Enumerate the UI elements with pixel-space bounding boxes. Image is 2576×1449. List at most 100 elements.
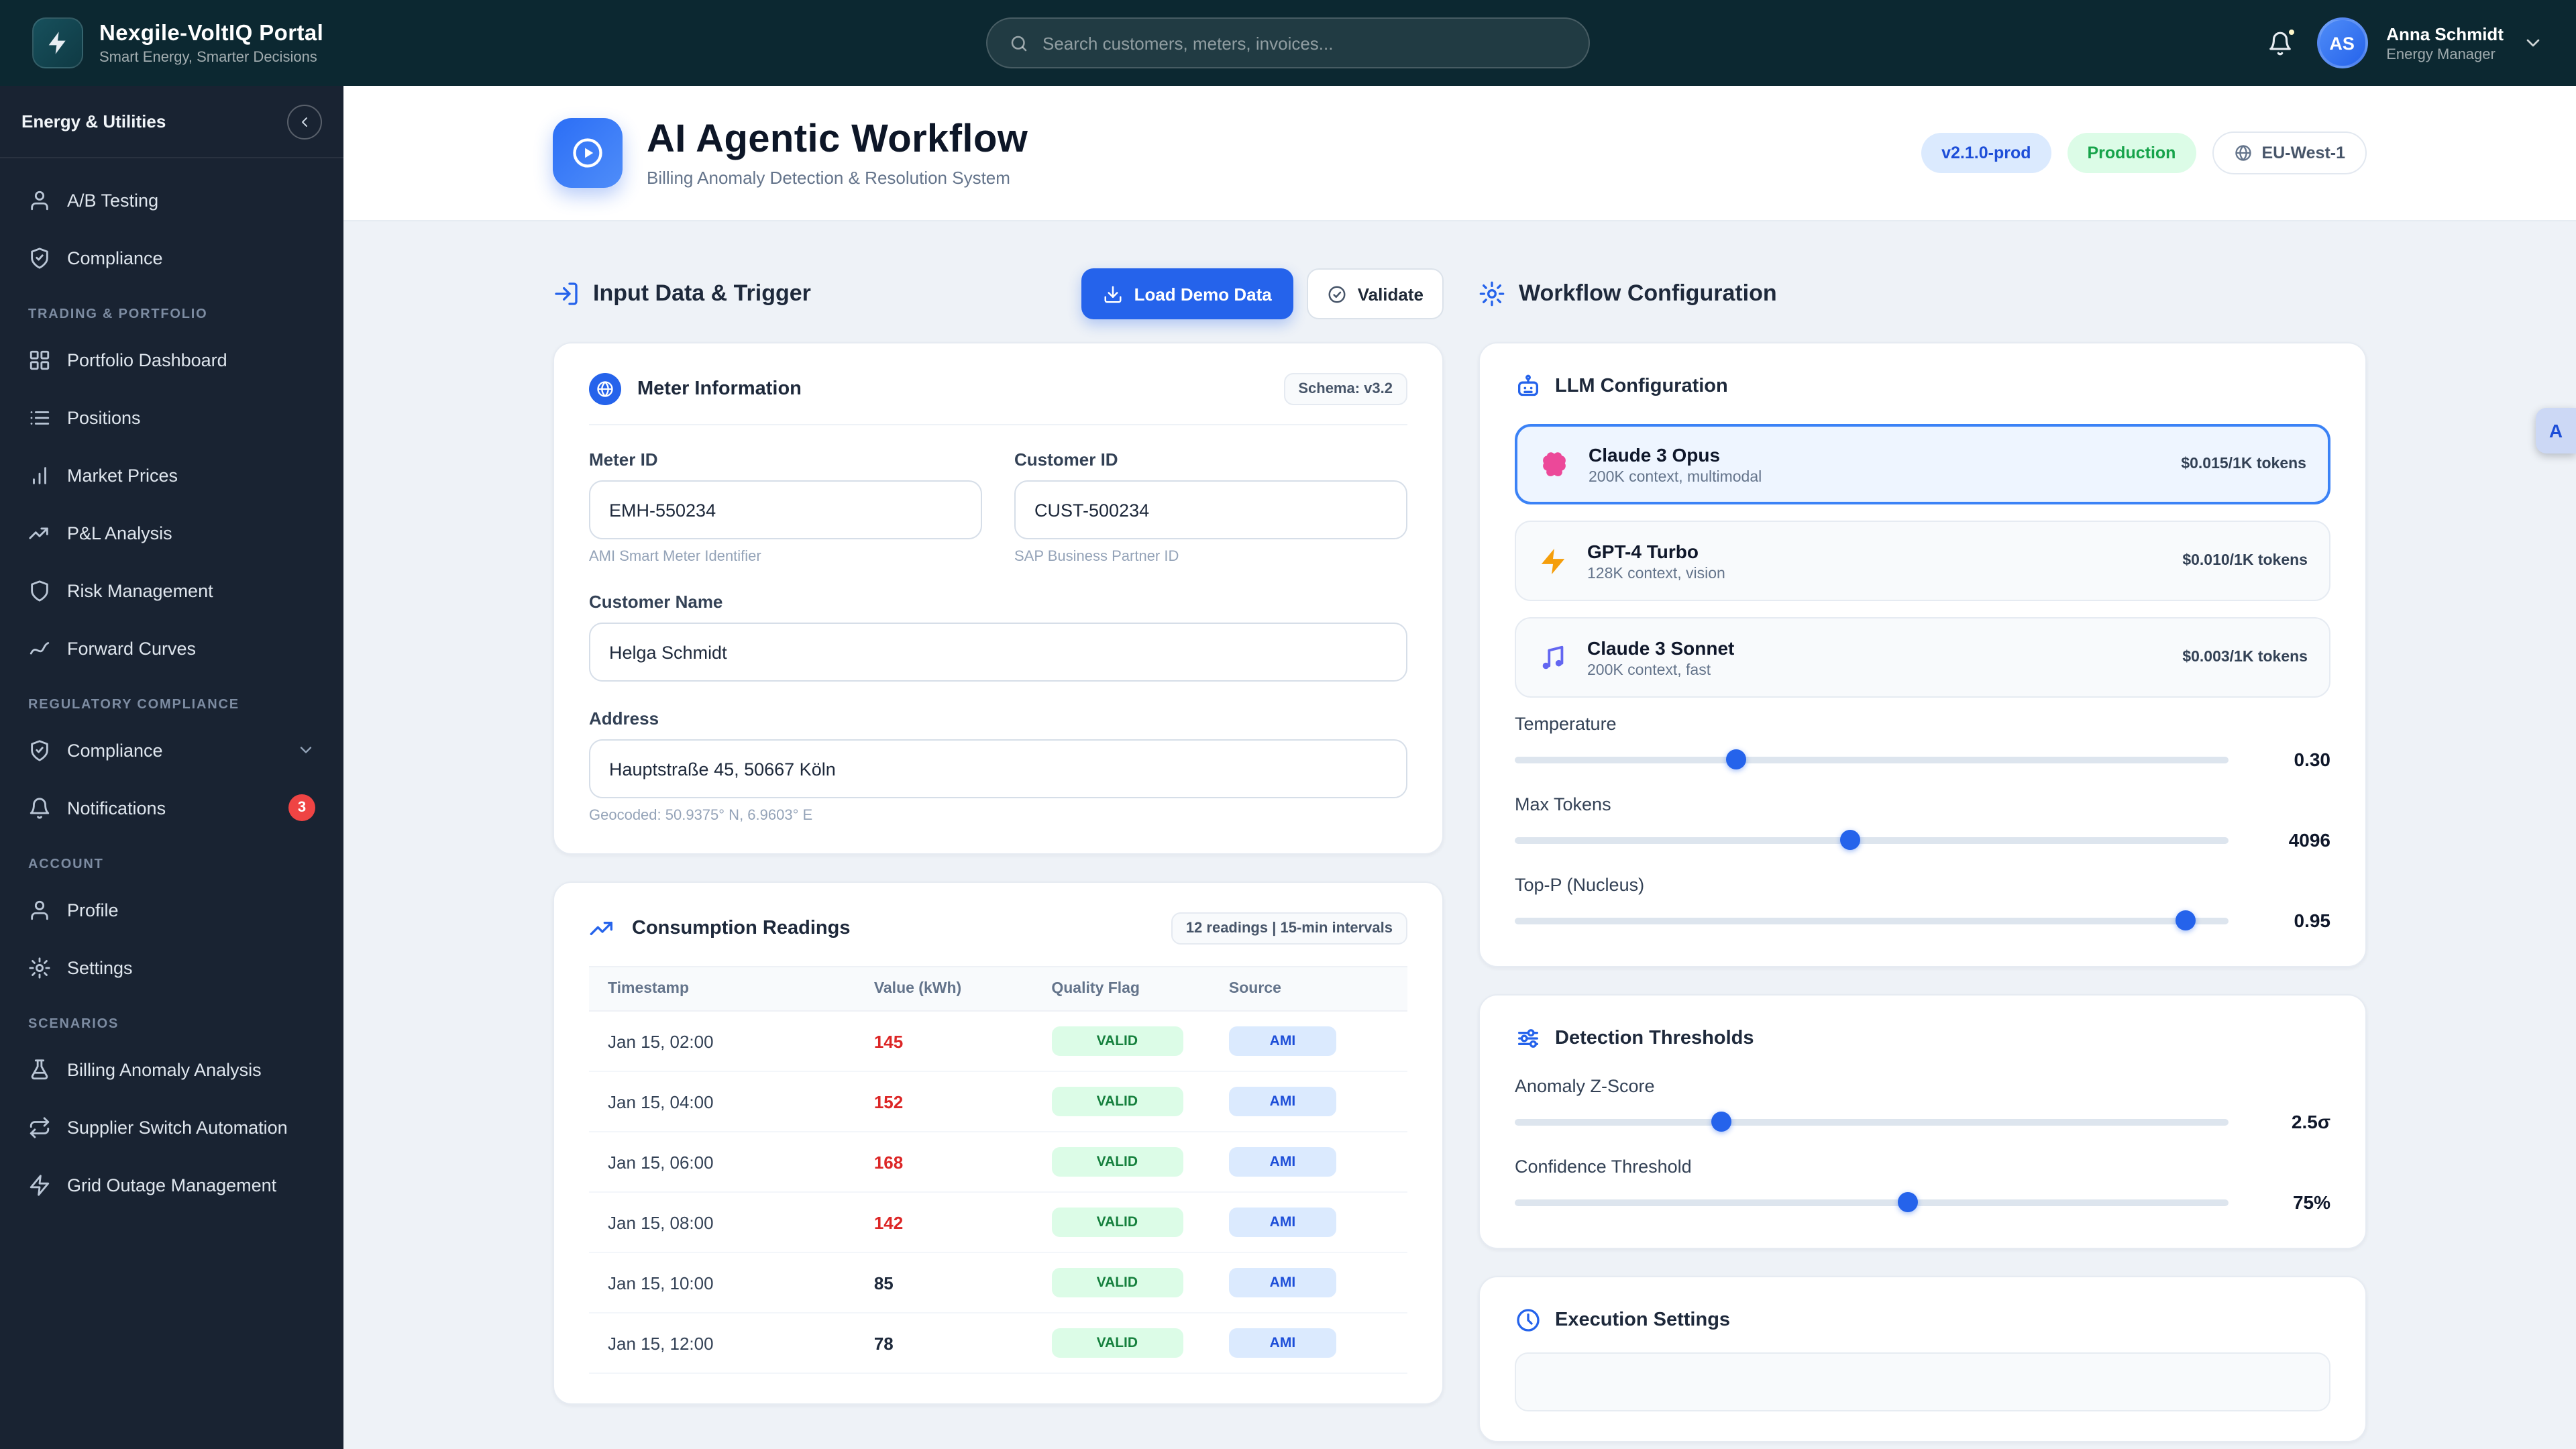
notifications-count-badge: 3 xyxy=(288,794,315,821)
gear-icon xyxy=(1479,280,1505,307)
slider-value: 0.30 xyxy=(2294,749,2331,770)
slider-track[interactable] xyxy=(1515,830,2229,850)
slider-track[interactable] xyxy=(1515,749,2229,769)
sidebar-item-pnl-analysis[interactable]: P&L Analysis xyxy=(13,506,330,559)
sidebar-item-ab-testing[interactable]: A/B Testing xyxy=(13,173,330,227)
topbar: Nexgile-VoltIQ Portal Smart Energy, Smar… xyxy=(0,0,2576,86)
customer-name-input[interactable] xyxy=(589,623,1407,682)
meter-card-title: Meter Information xyxy=(637,378,802,400)
model-option-claude-3-opus[interactable]: Claude 3 Opus 200K context, multimodal $… xyxy=(1515,424,2330,504)
meter-id-field-group: Meter ID AMI Smart Meter Identifier xyxy=(589,449,982,565)
workflow-section-title: Workflow Configuration xyxy=(1519,280,1777,306)
source-badge: AMI xyxy=(1228,1087,1336,1116)
slider-value: 0.95 xyxy=(2294,910,2331,931)
sidebar-item-profile[interactable]: Profile xyxy=(13,883,330,936)
brand-name: Nexgile-VoltIQ Portal xyxy=(99,21,324,45)
slider-thumb[interactable] xyxy=(2176,910,2196,930)
customer-id-helper: SAP Business Partner ID xyxy=(1014,549,1179,565)
quality-badge: VALID xyxy=(1051,1328,1183,1358)
grid-icon xyxy=(28,348,51,371)
sidebar-item-market-prices[interactable]: Market Prices xyxy=(13,448,330,502)
workflow-section-header: Workflow Configuration xyxy=(1479,267,2367,321)
model-option-claude-3-sonnet[interactable]: Claude 3 Sonnet 200K context, fast $0.00… xyxy=(1515,617,2330,698)
content-area: Input Data & Trigger Load Demo Data Vali… xyxy=(343,221,2576,1449)
reading-row: Jan 15, 02:00 145 VALID AMI xyxy=(589,1012,1407,1072)
user-icon xyxy=(28,189,51,211)
floating-translate-widget[interactable]: A xyxy=(2536,408,2576,453)
app-root: Nexgile-VoltIQ Portal Smart Energy, Smar… xyxy=(0,0,2576,1449)
execution-settings-card: Execution Settings xyxy=(1479,1276,2367,1442)
sidebar-item-compliance[interactable]: Compliance xyxy=(13,231,330,284)
llm-card-title: LLM Configuration xyxy=(1555,376,1728,397)
source-badge: AMI xyxy=(1228,1268,1336,1297)
sidebar-item-notifications[interactable]: Notifications 3 xyxy=(13,781,330,835)
globe-icon xyxy=(596,380,614,398)
quality-badge: VALID xyxy=(1051,1208,1183,1237)
sidebar-item-settings[interactable]: Settings xyxy=(13,941,330,994)
slider-thumb[interactable] xyxy=(1897,1192,1918,1212)
sidebar-collapse-button[interactable] xyxy=(287,104,322,139)
list-icon xyxy=(28,406,51,429)
download-icon xyxy=(1104,284,1124,304)
page-subtitle: Billing Anomaly Detection & Resolution S… xyxy=(647,168,1010,188)
column-value: Value (kWh) xyxy=(873,981,962,997)
model-option-gpt-4-turbo[interactable]: GPT-4 Turbo 128K context, vision $0.010/… xyxy=(1515,521,2330,601)
quality-badge: VALID xyxy=(1051,1268,1183,1297)
sidebar-item-compliance-group[interactable]: Compliance xyxy=(13,723,330,777)
sidebar-item-portfolio-dashboard[interactable]: Portfolio Dashboard xyxy=(13,333,330,386)
customer-name-field-group: Customer Name xyxy=(589,592,1407,682)
slider-track[interactable] xyxy=(1515,1192,2229,1212)
bolt-logo-icon xyxy=(32,17,83,68)
robot-icon xyxy=(1515,373,1542,400)
global-search[interactable] xyxy=(986,17,1590,68)
chevron-down-icon xyxy=(297,741,315,759)
load-demo-data-button[interactable]: Load Demo Data xyxy=(1081,268,1293,319)
trending-up-icon xyxy=(28,521,51,544)
sidebar-item-supplier-switch-automation[interactable]: Supplier Switch Automation xyxy=(13,1100,330,1154)
reading-row: Jan 15, 10:00 85 VALID AMI xyxy=(589,1253,1407,1313)
sidebar-item-forward-curves[interactable]: Forward Curves xyxy=(13,621,330,675)
customer-id-input[interactable] xyxy=(1014,480,1407,539)
shield-check-icon xyxy=(28,739,51,761)
sidebar-item-grid-outage-management[interactable]: Grid Outage Management xyxy=(13,1158,330,1212)
input-section-title: Input Data & Trigger xyxy=(593,280,811,306)
readings-card-title: Consumption Readings xyxy=(632,918,851,939)
meter-id-input[interactable] xyxy=(589,480,982,539)
region-badge: EU-West-1 xyxy=(2212,131,2367,174)
search-icon xyxy=(1009,33,1029,53)
address-input[interactable] xyxy=(589,739,1407,798)
slider-value: 75% xyxy=(2292,1191,2330,1213)
sidebar-section-regulatory-compliance: REGULATORY COMPLIANCE xyxy=(28,698,239,712)
meter-id-label: Meter ID xyxy=(589,449,658,470)
main-content: AI Agentic Workflow Billing Anomaly Dete… xyxy=(343,86,2576,1449)
slider-track[interactable] xyxy=(1515,1112,2229,1132)
source-badge: AMI xyxy=(1228,1026,1336,1056)
shield-check-icon xyxy=(28,246,51,269)
search-input[interactable] xyxy=(1042,33,1567,53)
sidebar-title: Energy & Utilities xyxy=(21,111,166,131)
column-quality-flag: Quality Flag xyxy=(1051,981,1140,997)
address-helper: Geocoded: 50.9375° N, 6.9603° E xyxy=(589,808,813,824)
slider-thumb[interactable] xyxy=(1840,830,1861,850)
model-price: $0.010/1K tokens xyxy=(2182,553,2308,569)
avatar[interactable]: AS xyxy=(2316,17,2368,68)
sidebar-item-positions[interactable]: Positions xyxy=(13,390,330,444)
slider-track[interactable] xyxy=(1515,910,2229,930)
reading-row: Jan 15, 04:00 152 VALID AMI xyxy=(589,1072,1407,1132)
brain-icon xyxy=(1539,449,1570,480)
chevron-down-icon[interactable] xyxy=(2522,32,2544,54)
user-role: Energy Manager xyxy=(2386,46,2496,62)
slider-thumb[interactable] xyxy=(1725,749,1746,769)
sidebar-item-risk-management[interactable]: Risk Management xyxy=(13,564,330,617)
page-title: AI Agentic Workflow xyxy=(647,118,1028,161)
llm-configuration-card: LLM Configuration Claude 3 Opus 200K con… xyxy=(1479,342,2367,967)
source-badge: AMI xyxy=(1228,1147,1336,1177)
validate-button[interactable]: Validate xyxy=(1306,268,1444,319)
meter-information-card: Meter Information Schema: v3.2 Meter ID … xyxy=(553,342,1444,855)
sidebar-item-billing-anomaly-analysis[interactable]: Billing Anomaly Analysis xyxy=(13,1042,330,1096)
slider-thumb[interactable] xyxy=(1711,1112,1732,1132)
notifications-bell-button[interactable] xyxy=(2261,25,2298,61)
input-section-header: Input Data & Trigger Load Demo Data Vali… xyxy=(553,267,1444,321)
address-field-group: Address Geocoded: 50.9375° N, 6.9603° E xyxy=(589,708,1407,824)
source-badge: AMI xyxy=(1228,1208,1336,1237)
